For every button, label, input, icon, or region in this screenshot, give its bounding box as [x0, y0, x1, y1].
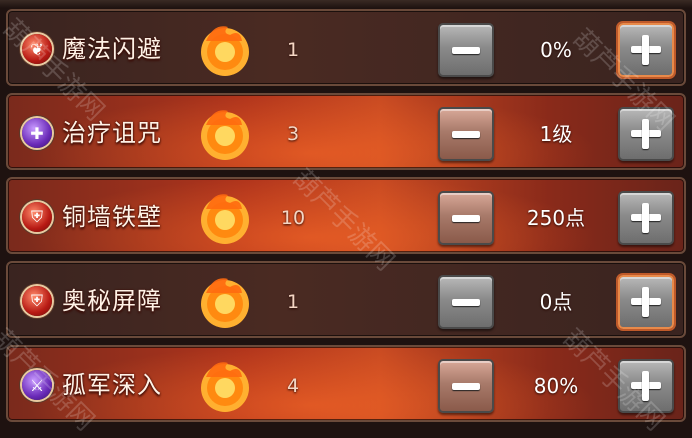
decrease-button[interactable] [438, 275, 494, 329]
plus-icon [631, 203, 661, 233]
increase-button[interactable] [618, 275, 674, 329]
minus-icon [452, 214, 480, 222]
point-count: 1 [286, 39, 300, 61]
skill-row-magic-dodge: ❦ 魔法闪避 1 0% [6, 9, 686, 86]
increase-button[interactable] [618, 191, 674, 245]
skill-name: 奥秘屏障 [62, 287, 162, 315]
point-count: 4 [286, 375, 300, 397]
point-count: 10 [280, 207, 306, 229]
point-count: 1 [286, 291, 300, 313]
skill-row-iron-wall: ⛨ 铜墙铁壁 10 250点 [6, 177, 686, 254]
plus-icon [631, 371, 661, 401]
minus-icon [452, 130, 480, 138]
feather-icon: ❦ [22, 34, 52, 64]
minus-icon [452, 382, 480, 390]
decrease-button[interactable] [438, 359, 494, 413]
plus-icon [631, 287, 661, 317]
decrease-button[interactable] [438, 23, 494, 77]
point-count: 3 [286, 123, 300, 145]
fire-coin-icon [201, 362, 249, 412]
minus-icon [452, 298, 480, 306]
skill-row-arcane-barrier: ⛨ 奥秘屏障 1 0点 [6, 261, 686, 338]
increase-button[interactable] [618, 23, 674, 77]
fire-coin-icon [201, 110, 249, 160]
arcane-shield-icon: ⛨ [22, 286, 52, 316]
fire-coin-icon [201, 278, 249, 328]
skill-row-lone-advance: ⚔ 孤军深入 4 80% [6, 345, 686, 422]
increase-button[interactable] [618, 107, 674, 161]
increase-button[interactable] [618, 359, 674, 413]
skill-value: 250点 [526, 206, 586, 230]
skill-value: 0点 [539, 290, 573, 314]
crossed-swords-icon: ⚔ [22, 370, 52, 400]
decrease-button[interactable] [438, 191, 494, 245]
skill-value: 0% [540, 38, 572, 62]
top-edge [0, 0, 692, 8]
plus-icon [631, 119, 661, 149]
skill-name: 孤军深入 [62, 371, 162, 399]
skill-value: 1级 [539, 122, 573, 146]
shield-icon: ⛨ [22, 202, 52, 232]
cursed-heal-icon: ✚ [22, 118, 52, 148]
skill-row-healing-curse: ✚ 治疗诅咒 3 1级 [6, 93, 686, 170]
minus-icon [452, 46, 480, 54]
skill-name: 治疗诅咒 [62, 119, 162, 147]
fire-coin-icon [201, 26, 249, 76]
fire-coin-icon [201, 194, 249, 244]
decrease-button[interactable] [438, 107, 494, 161]
skill-name: 魔法闪避 [62, 35, 162, 63]
skill-value: 80% [533, 374, 579, 398]
skill-name: 铜墙铁壁 [62, 203, 162, 231]
plus-icon [631, 35, 661, 65]
